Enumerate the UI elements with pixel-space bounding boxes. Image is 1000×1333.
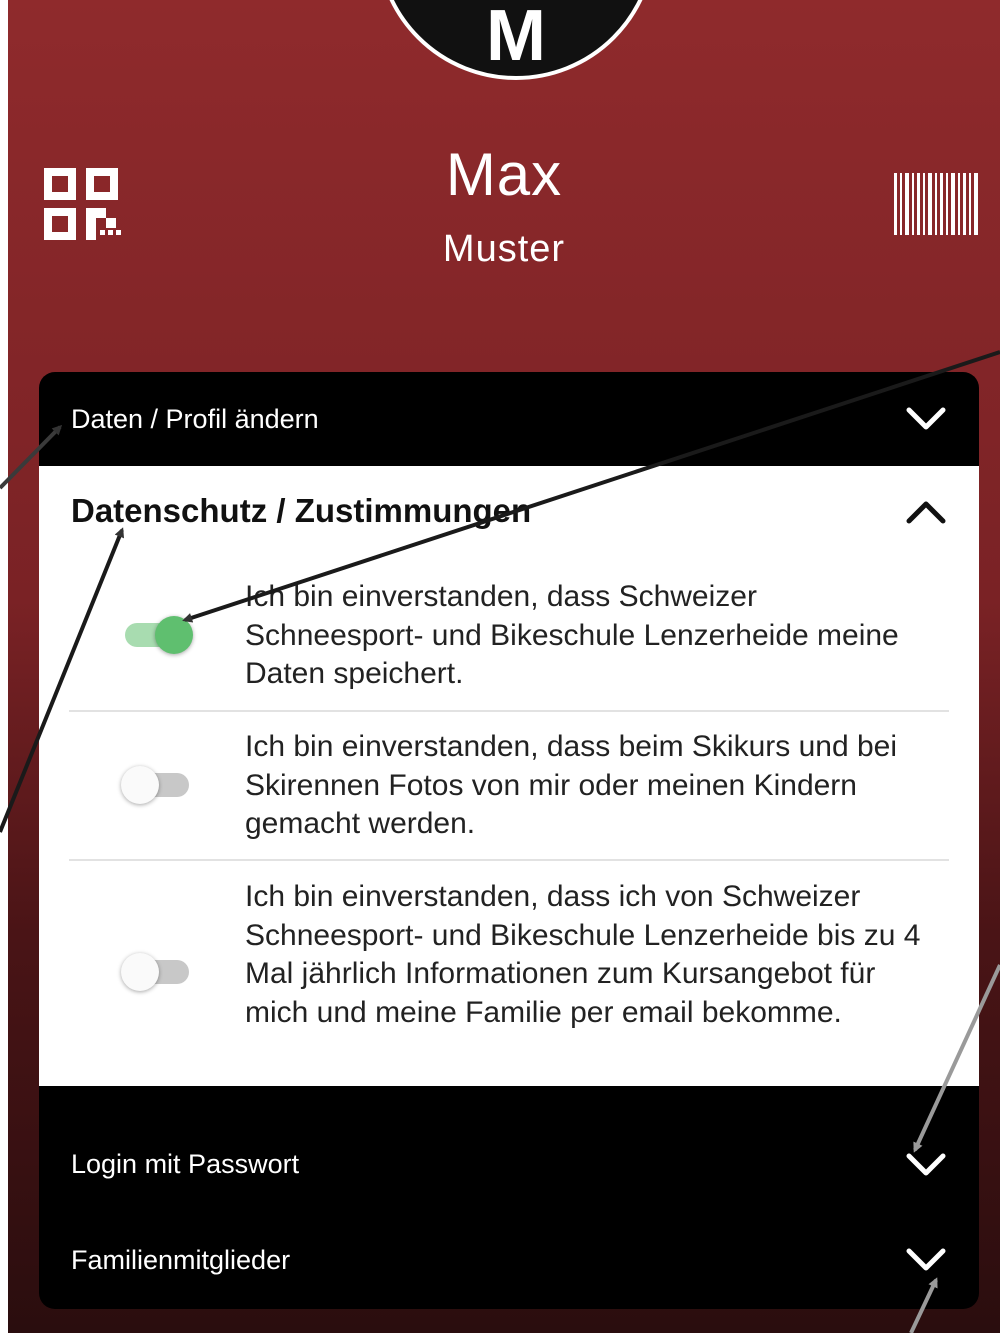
- consent-text-data-storage: Ich bin einverstanden, dass Schweizer Sc…: [245, 580, 899, 690]
- barcode-icon: [894, 173, 978, 235]
- chevron-down-icon: [906, 1248, 946, 1271]
- consent-item-newsletter: Ich bin einverstanden, dass ich von Schw…: [69, 859, 949, 1086]
- consent-toggle-photos[interactable]: [121, 766, 191, 804]
- barcode-button[interactable]: [894, 173, 978, 235]
- panel-profile-header[interactable]: Daten / Profil ändern: [39, 372, 979, 466]
- panel-profile-label: Daten / Profil ändern: [71, 403, 319, 434]
- chevron-up-icon[interactable]: [905, 498, 947, 526]
- consent-text-photos: Ich bin einverstanden, dass beim Skikurs…: [245, 730, 898, 840]
- first-name: Max: [445, 141, 563, 208]
- panel-login-label: Login mit Passwort: [71, 1148, 300, 1179]
- consent-item-photos: Ich bin einverstanden, dass beim Skikurs…: [69, 710, 949, 860]
- panel-privacy: Datenschutz / Zustimmungen Ich bin einve…: [39, 466, 979, 1086]
- chevron-down-icon: [906, 1153, 946, 1176]
- settings-accordion: Daten / Profil ändern Datenschutz / Zust…: [39, 372, 979, 1309]
- panel-family-label: Familienmitglieder: [71, 1244, 291, 1275]
- consent-toggle-newsletter[interactable]: [121, 953, 191, 991]
- panel-privacy-header[interactable]: Datenschutz / Zustimmungen: [71, 492, 531, 530]
- consent-toggle-data-storage[interactable]: [125, 616, 193, 654]
- last-name: Muster: [442, 228, 566, 270]
- panel-family-header[interactable]: Familienmitglieder: [39, 1213, 979, 1307]
- profile-screen: M Max Muster Daten / Profil ändern Daten…: [8, 0, 1000, 1333]
- avatar: M: [376, 0, 656, 80]
- consent-item-data-storage: Ich bin einverstanden, dass Schweizer Sc…: [69, 578, 949, 710]
- chevron-down-icon: [906, 407, 946, 430]
- panel-login-header[interactable]: Login mit Passwort: [39, 1117, 979, 1211]
- consent-text-newsletter: Ich bin einverstanden, dass ich von Schw…: [245, 880, 921, 1029]
- avatar-letter: M: [486, 0, 546, 76]
